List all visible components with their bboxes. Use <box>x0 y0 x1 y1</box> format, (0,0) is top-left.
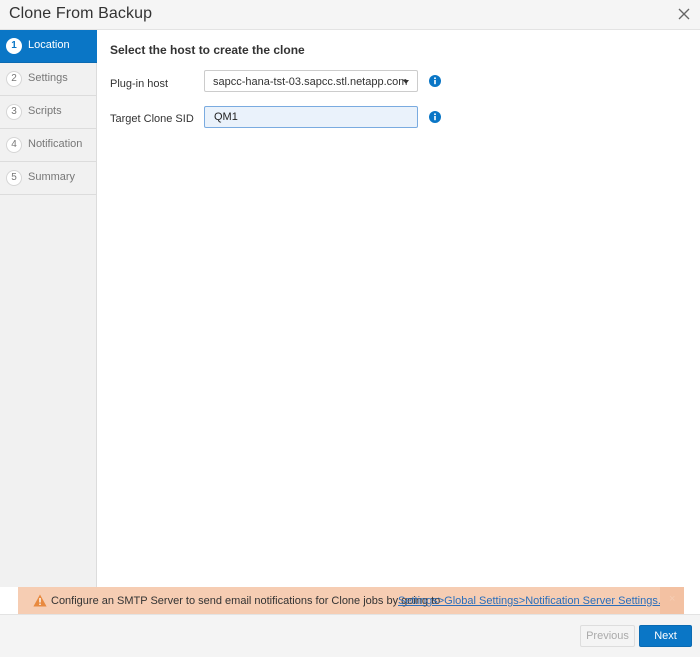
step-scripts[interactable]: 3 Scripts <box>0 96 97 129</box>
chevron-down-icon <box>403 80 409 84</box>
step-label: Summary <box>28 171 76 183</box>
warning-icon <box>33 594 47 607</box>
dialog-footer: Previous Next <box>0 614 700 657</box>
target-sid-input[interactable] <box>204 106 418 128</box>
step-summary[interactable]: 5 Summary <box>0 162 97 195</box>
step-label: Location <box>28 39 70 51</box>
section-heading: Select the host to create the clone <box>110 43 305 57</box>
step-number: 1 <box>6 38 22 54</box>
step-location[interactable]: 1 Location <box>0 30 97 63</box>
plugin-host-info-icon[interactable] <box>429 75 441 87</box>
banner-dismiss-button[interactable]: × <box>660 587 684 614</box>
step-number: 3 <box>6 104 22 120</box>
wizard-content: Select the host to create the clone Plug… <box>97 30 700 587</box>
target-sid-info-icon[interactable] <box>429 111 441 123</box>
close-icon[interactable] <box>676 6 692 22</box>
clone-from-backup-dialog: Clone From Backup 1 Location 2 Settings … <box>0 0 700 657</box>
next-button[interactable]: Next <box>639 625 692 647</box>
dialog-titlebar: Clone From Backup <box>0 0 700 30</box>
step-notification[interactable]: 4 Notification <box>0 129 97 162</box>
wizard-steps-sidebar: 1 Location 2 Settings 3 Scripts 4 Notifi… <box>0 30 97 587</box>
step-number: 5 <box>6 170 22 186</box>
plugin-host-label: Plug-in host <box>110 78 169 90</box>
step-label: Settings <box>28 72 68 84</box>
step-number: 4 <box>6 137 22 153</box>
notification-settings-link[interactable]: Settings>Global Settings>Notification Se… <box>398 595 661 607</box>
plugin-host-select[interactable]: sapcc-hana-tst-03.sapcc.stl.netapp.com <box>204 70 418 92</box>
step-settings[interactable]: 2 Settings <box>0 63 97 96</box>
previous-button[interactable]: Previous <box>580 625 635 647</box>
smtp-warning-banner: Configure an SMTP Server to send email n… <box>18 587 684 614</box>
step-number: 2 <box>6 71 22 87</box>
banner-message: Configure an SMTP Server to send email n… <box>51 595 441 607</box>
step-label: Scripts <box>28 105 62 117</box>
plugin-host-value: sapcc-hana-tst-03.sapcc.stl.netapp.com <box>213 76 408 88</box>
step-label: Notification <box>28 138 83 150</box>
dialog-title: Clone From Backup <box>9 5 153 22</box>
target-sid-label: Target Clone SID <box>110 113 194 125</box>
close-icon: × <box>669 593 676 605</box>
